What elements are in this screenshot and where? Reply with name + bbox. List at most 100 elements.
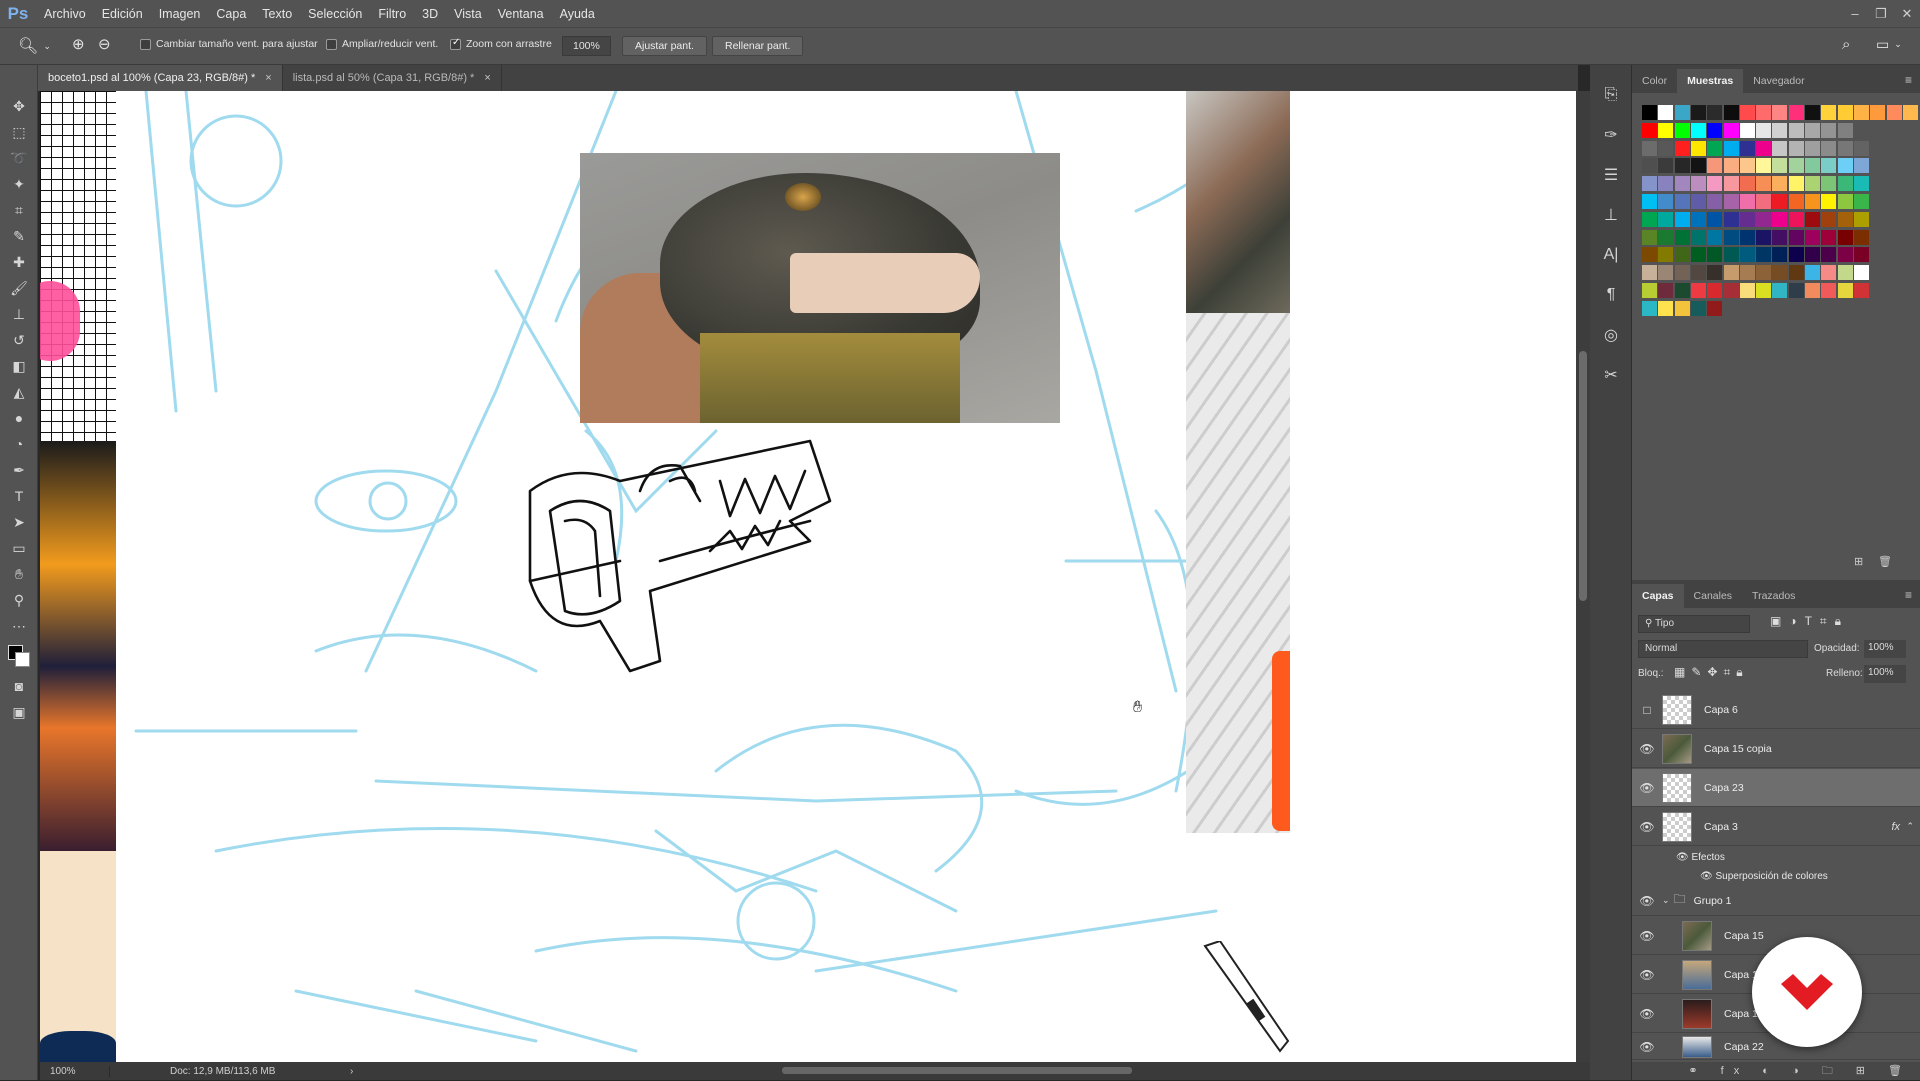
layer-name[interactable]: Capa 23 xyxy=(1704,782,1744,794)
color-swatch[interactable] xyxy=(1739,140,1755,156)
zoom-value-field[interactable]: 100% xyxy=(562,36,611,56)
color-swatch[interactable] xyxy=(1690,300,1706,316)
color-swatch[interactable] xyxy=(1756,265,1772,281)
color-swatch[interactable] xyxy=(1739,229,1755,245)
eye-icon[interactable]: 👁︎ xyxy=(1632,1040,1662,1054)
color-swatch[interactable] xyxy=(1853,229,1869,245)
lasso-tool-icon[interactable]: ➰ xyxy=(0,145,38,171)
color-swatch[interactable] xyxy=(1821,247,1837,263)
more-tools-icon[interactable]: ⋯ xyxy=(0,613,38,639)
collapse-effects-icon[interactable]: ⌃ xyxy=(1906,821,1914,832)
color-swatch[interactable] xyxy=(1788,211,1804,227)
type-tool-icon[interactable]: T xyxy=(0,483,38,509)
color-swatch[interactable] xyxy=(1674,283,1690,298)
color-swatch[interactable] xyxy=(1772,140,1788,156)
color-swatch[interactable] xyxy=(1853,265,1869,281)
menu-vista[interactable]: Vista xyxy=(446,7,490,21)
tab-color[interactable]: Color xyxy=(1632,69,1677,93)
color-swatch[interactable] xyxy=(1658,247,1674,263)
color-swatch[interactable] xyxy=(1658,265,1674,281)
color-swatch[interactable] xyxy=(1756,229,1772,245)
color-swatch[interactable] xyxy=(1853,158,1869,174)
clone-stamp-tool-icon[interactable]: ⊥ xyxy=(0,301,38,327)
zoom-all-option[interactable]: Ampliar/reducir vent. xyxy=(326,38,438,50)
color-swatch[interactable] xyxy=(1805,283,1820,298)
tools-panel-icon[interactable]: ✂ xyxy=(1590,355,1632,395)
color-swatch[interactable] xyxy=(1642,194,1657,209)
color-swatch[interactable] xyxy=(1723,229,1739,245)
blur-tool-icon[interactable]: ● xyxy=(0,405,38,431)
color-swatch[interactable] xyxy=(1837,211,1853,227)
color-swatch[interactable] xyxy=(1788,122,1804,138)
color-swatch[interactable] xyxy=(1658,300,1674,316)
color-swatch[interactable] xyxy=(1723,158,1739,174)
magic-wand-tool-icon[interactable]: ✦ xyxy=(0,171,38,197)
color-swatch[interactable] xyxy=(1756,283,1772,298)
color-swatch[interactable] xyxy=(1707,194,1723,209)
healing-brush-tool-icon[interactable]: ✚ xyxy=(0,249,38,275)
color-swatch[interactable] xyxy=(1723,140,1739,156)
color-swatch[interactable] xyxy=(1690,211,1706,227)
tab-lista[interactable]: lista.psd al 50% (Capa 31, RGB/8#) * × xyxy=(283,65,502,91)
color-swatch[interactable] xyxy=(1674,247,1690,263)
color-swatch[interactable] xyxy=(1674,265,1690,281)
color-swatch[interactable] xyxy=(1756,105,1772,120)
color-swatch[interactable] xyxy=(1772,158,1788,174)
color-swatch[interactable] xyxy=(1821,194,1837,209)
color-swatch[interactable] xyxy=(1853,211,1869,227)
color-swatch[interactable] xyxy=(1837,140,1853,156)
color-swatch[interactable] xyxy=(1837,105,1853,120)
color-swatch[interactable] xyxy=(1772,265,1788,281)
zoom-tool-icon[interactable]: 🔍︎ ⌄ xyxy=(18,36,51,56)
color-swatch[interactable] xyxy=(1772,283,1788,298)
color-swatch[interactable] xyxy=(1837,247,1853,263)
color-swatch[interactable] xyxy=(1658,194,1674,209)
color-swatch[interactable] xyxy=(1707,122,1723,138)
brush-panel-icon[interactable]: ✑ xyxy=(1590,115,1632,155)
layer-name[interactable]: Capa 1 xyxy=(1724,1008,1758,1020)
color-swatch[interactable] xyxy=(1690,122,1706,138)
color-swatch[interactable] xyxy=(1723,211,1739,227)
menu-capa[interactable]: Capa xyxy=(208,7,254,21)
tab-canales[interactable]: Canales xyxy=(1684,584,1743,608)
color-swatch[interactable] xyxy=(1772,105,1788,120)
zoom-all-checkbox[interactable] xyxy=(326,38,337,50)
group-expand-icon[interactable]: ⌄ xyxy=(1662,895,1670,906)
color-swatch[interactable] xyxy=(1853,194,1869,209)
color-swatch[interactable] xyxy=(1658,211,1674,227)
color-swatch[interactable] xyxy=(1739,211,1755,227)
color-swatch[interactable] xyxy=(1690,140,1706,156)
brush-tool-icon[interactable]: 🖌︎ xyxy=(0,275,38,301)
color-swatch[interactable] xyxy=(1821,158,1837,174)
color-swatch[interactable] xyxy=(1707,176,1723,192)
tab-boceto1[interactable]: boceto1.psd al 100% (Capa 23, RGB/8#) * … xyxy=(38,65,283,91)
zoom-in-icon[interactable]: ⊕ xyxy=(72,35,85,53)
visibility-off-icon[interactable]: □ xyxy=(1632,703,1662,717)
color-swatch[interactable] xyxy=(1707,300,1723,316)
layer-row[interactable]: 👁︎ Capa 3 fx ⌃ xyxy=(1632,808,1920,846)
color-swatch[interactable] xyxy=(1837,158,1853,174)
eraser-tool-icon[interactable]: ◧ xyxy=(0,353,38,379)
color-swatch[interactable] xyxy=(1788,283,1804,298)
color-swatch[interactable] xyxy=(1642,211,1657,227)
color-swatch[interactable] xyxy=(1805,247,1820,263)
color-swatch[interactable] xyxy=(1723,122,1739,138)
workspace-icon[interactable]: ▭ ⌄ xyxy=(1876,36,1902,53)
fx-badge[interactable]: fx xyxy=(1891,821,1900,833)
color-swatch[interactable] xyxy=(1642,229,1657,245)
vertical-scroll-thumb[interactable] xyxy=(1579,351,1587,601)
menu-3d[interactable]: 3D xyxy=(414,7,446,21)
scrubby-zoom-option[interactable]: Zoom con arrastre xyxy=(450,37,552,50)
color-swatch[interactable] xyxy=(1805,194,1820,209)
eyedropper-tool-icon[interactable]: ✎ xyxy=(0,223,38,249)
quick-mask-icon[interactable]: ◙ xyxy=(0,673,38,699)
color-swatch[interactable] xyxy=(1805,176,1820,192)
color-swatch[interactable] xyxy=(1642,140,1657,156)
color-swatch[interactable] xyxy=(1756,247,1772,263)
color-swatch[interactable] xyxy=(1642,105,1657,120)
layer-name[interactable]: Capa 15 copia xyxy=(1704,743,1772,755)
color-swatch[interactable] xyxy=(1821,265,1837,281)
restore-icon[interactable]: ❐ xyxy=(1868,0,1894,27)
color-swatch[interactable] xyxy=(1690,105,1706,120)
color-swatch[interactable] xyxy=(1805,158,1820,174)
